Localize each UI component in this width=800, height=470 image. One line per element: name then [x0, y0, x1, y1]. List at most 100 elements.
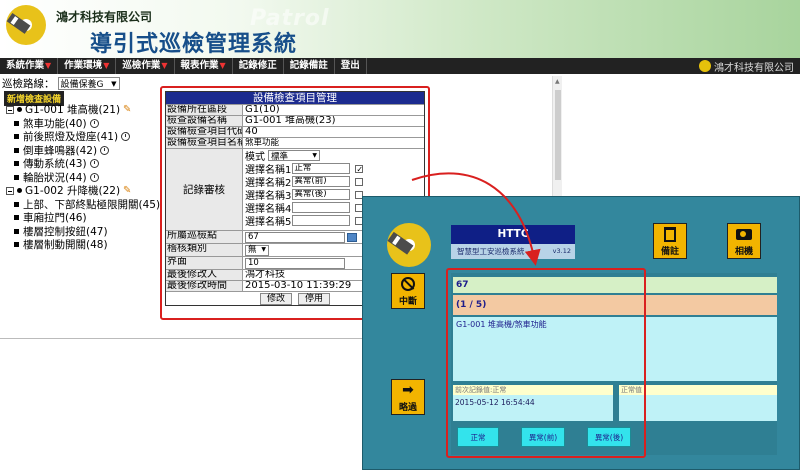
scroll-up-icon[interactable]: ▲	[555, 78, 560, 85]
option-checkbox[interactable]: ✓	[355, 164, 364, 173]
company-logo-icon	[6, 5, 46, 45]
menu-logout[interactable]: 登出	[335, 58, 367, 74]
chevron-down-icon: ▼	[261, 246, 266, 253]
menu-system[interactable]: 系統作業▼	[0, 58, 59, 74]
option-abnormal-back-button[interactable]: 異常(後)	[587, 427, 631, 447]
mode-select[interactable]: 標準 ▼	[268, 150, 320, 162]
normal-value-label: 正常值	[619, 385, 777, 395]
menu-environment[interactable]: 作業環境▼	[58, 58, 117, 74]
pencil-icon[interactable]: ✎	[123, 104, 131, 115]
tree-item[interactable]: 樓層控制按鈕(47)	[4, 225, 164, 239]
app-header-box: HTTC 智慧型工安巡檢系統 v3.12	[451, 225, 575, 259]
chevron-down-icon: ▼	[219, 61, 226, 70]
handheld-device-screen: HTTC 智慧型工安巡檢系統 v3.12 備註 相機 中斷 ➡ 略過 67 (1…	[362, 196, 800, 470]
clock-icon[interactable]	[121, 132, 131, 142]
menu-patrol[interactable]: 巡檢作業▼	[116, 58, 175, 74]
patrol-watermark: Patrol	[250, 6, 330, 31]
bullet-icon	[14, 242, 19, 248]
form-row-section: 設備所在區段 G1(10)	[166, 104, 424, 115]
previous-record-time: 2015-05-12 16:54:44	[455, 398, 535, 407]
picker-icon[interactable]	[347, 232, 357, 242]
tree-equipment[interactable]: G1-001 堆高機(21) ✎	[4, 103, 164, 117]
record-review-label: 記錄審核	[166, 149, 243, 230]
app-version: v3.12	[552, 247, 571, 255]
bullet-icon	[14, 120, 19, 126]
camera-icon	[736, 229, 752, 240]
collapse-icon[interactable]	[6, 105, 14, 114]
form-row-item-name: 設備檢查項目名稱 煞車功能	[166, 137, 424, 148]
bullet-icon	[14, 147, 19, 153]
tree-item[interactable]: 前後照燈及燈座(41)	[4, 130, 164, 144]
tree-item[interactable]: 煞車功能(40)	[4, 117, 164, 131]
option-input[interactable]: 正常	[292, 163, 351, 174]
camera-button[interactable]: 相機	[727, 223, 761, 259]
pencil-icon[interactable]: ✎	[123, 185, 131, 196]
scroll-thumb[interactable]	[555, 90, 561, 180]
option-abnormal-front-button[interactable]: 異常(前)	[521, 427, 565, 447]
bullet-icon	[14, 174, 19, 180]
clock-icon[interactable]	[89, 118, 99, 128]
main-menubar: 系統作業▼ 作業環境▼ 巡檢作業▼ 報表作業▼ 記錄修正 記錄備註 登出 鴻才科…	[0, 58, 800, 74]
menu-record-note[interactable]: 記錄備註	[284, 58, 335, 74]
tree-item[interactable]: 上部、下部終點極限開關(45)	[4, 198, 164, 212]
route-label: 巡檢路線：	[2, 78, 55, 90]
option-input[interactable]	[292, 202, 351, 213]
company-name: 鴻才科技有限公司	[56, 10, 153, 24]
clock-icon[interactable]	[89, 172, 99, 182]
route-select[interactable]: 設備保養G ▼	[57, 77, 120, 90]
clock-icon[interactable]	[89, 159, 99, 169]
edit-button[interactable]: 修改	[259, 292, 292, 305]
interface-input[interactable]: 10	[245, 257, 345, 269]
equipment-tree: G1-001 堆高機(21) ✎ 煞車功能(40) 前後照燈及燈座(41) 倒車蜂…	[4, 103, 164, 252]
arrow-right-icon: ➡	[402, 382, 414, 398]
bullet-icon	[14, 201, 19, 207]
tree-item[interactable]: 傳動系統(43)	[4, 157, 164, 171]
form-row-equipment: 檢查設備名稱 G1-001 堆高機(23)	[166, 115, 424, 126]
progress-display: (1 / 5)	[453, 295, 777, 315]
chevron-down-icon: ▼	[161, 61, 168, 70]
chevron-down-icon: ▼	[111, 79, 117, 88]
previous-record-box: 前次記錄值:正常 2015-05-12 16:54:44	[453, 385, 613, 421]
interrupt-button[interactable]: 中斷	[391, 273, 425, 309]
checkpoint-display: 67	[453, 277, 777, 293]
option-input[interactable]: 異常(後)	[292, 189, 351, 200]
menu-record-fix[interactable]: 記錄修正	[233, 58, 284, 74]
collapse-icon[interactable]	[6, 186, 14, 195]
menu-reports[interactable]: 報表作業▼	[175, 58, 233, 74]
tree-item[interactable]: 倒車蜂鳴器(42)	[4, 144, 164, 158]
skip-button[interactable]: ➡ 略過	[391, 379, 425, 415]
form-row-item-code: 設備檢查項目代碼 40	[166, 126, 424, 137]
tree-equipment[interactable]: G1-002 升降機(22) ✎	[4, 184, 164, 198]
bullet-icon	[17, 107, 22, 113]
chevron-down-icon: ▼	[45, 61, 52, 70]
brand-logo-icon	[699, 60, 711, 72]
bullet-icon	[14, 161, 19, 167]
chevron-down-icon: ▼	[312, 152, 317, 159]
app-subtitle: 智慧型工安巡檢系統 v3.12	[451, 244, 575, 259]
audit-select[interactable]: 無 ▼	[245, 244, 269, 256]
stop-icon	[401, 277, 415, 291]
memo-button[interactable]: 備註	[653, 223, 687, 259]
checkpoint-input[interactable]: 67	[245, 231, 345, 243]
bullet-icon	[14, 215, 19, 221]
tree-item[interactable]: 車廂拉門(46)	[4, 211, 164, 225]
inspection-panel: 67 (1 / 5) G1-001 堆高機/煞車功能 前次記錄值:正常 2015…	[451, 273, 777, 455]
app-logo-icon	[387, 223, 431, 267]
tree-item[interactable]: 輪胎狀況(44)	[4, 171, 164, 185]
option-normal-button[interactable]: 正常	[457, 427, 499, 447]
app-header: 鴻才科技有限公司 導引式巡檢管理系統 Patrol	[0, 0, 800, 58]
bullet-icon	[17, 188, 22, 194]
disable-button[interactable]: 停用	[298, 292, 331, 305]
clock-icon[interactable]	[100, 145, 110, 155]
tree-item[interactable]: 樓層制動開關(48)	[4, 238, 164, 252]
menubar-brand: 鴻才科技有限公司	[699, 59, 800, 74]
form-title: 設備檢查項目管理	[166, 92, 424, 104]
bullet-icon	[14, 134, 19, 140]
option-input[interactable]: 異常(前)	[292, 176, 351, 187]
bullet-icon	[14, 228, 19, 234]
option-checkbox[interactable]	[355, 177, 364, 186]
option-input[interactable]	[292, 215, 351, 226]
previous-record-label: 前次記錄值:正常	[453, 385, 613, 395]
chevron-down-icon: ▼	[103, 61, 110, 70]
route-selector-row: 巡檢路線： 設備保養G ▼	[2, 76, 120, 91]
